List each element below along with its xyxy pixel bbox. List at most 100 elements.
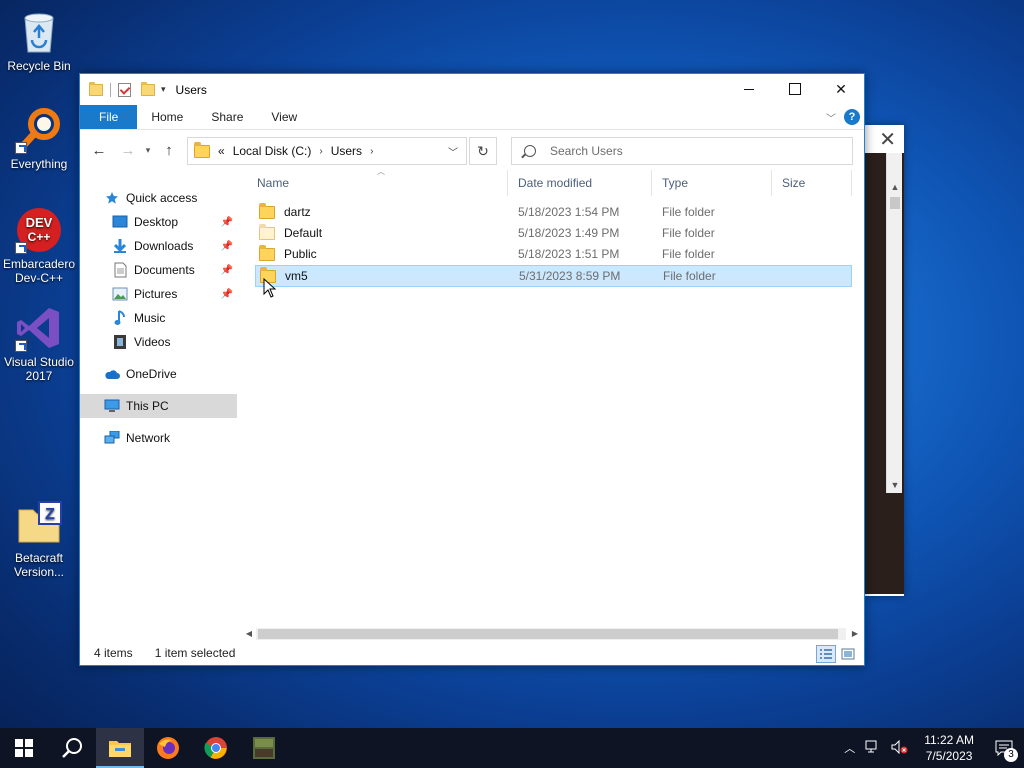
back-button[interactable]: ← [87, 138, 111, 162]
clock-date: 7/5/2023 [925, 749, 973, 763]
details-view-button[interactable] [816, 645, 836, 663]
network-status-icon[interactable] [860, 740, 886, 757]
title-bar[interactable]: ▾ Users ✕ [80, 74, 864, 105]
desktop-icon-visual-studio[interactable]: Visual Studio 2017 [0, 304, 78, 383]
videos-icon [112, 334, 128, 350]
help-icon[interactable]: ? [844, 109, 860, 125]
search-input[interactable] [550, 144, 830, 158]
shortcut-arrow-icon [15, 142, 27, 154]
breadcrumb-separator-icon[interactable]: › [370, 146, 373, 157]
desktop-icon-label: Everything [10, 157, 68, 171]
devcpp-icon: DEV C++ [15, 206, 63, 254]
svg-text:C++: C++ [28, 230, 51, 244]
clock[interactable]: 11:22 AM 7/5/2023 [914, 732, 984, 764]
scroll-down-icon[interactable]: ▼ [887, 477, 903, 493]
recent-locations-chevron-icon[interactable]: ▾ [141, 138, 155, 162]
sidebar-item-quick-access[interactable]: Quick access [80, 186, 237, 210]
tab-share[interactable]: Share [197, 105, 257, 129]
address-dropdown-chevron-icon[interactable]: ﹀ [448, 144, 458, 159]
desktop-icon-recycle-bin[interactable]: Recycle Bin [0, 8, 78, 73]
sidebar-item-documents[interactable]: Documents 📌 [80, 258, 237, 282]
new-folder-icon[interactable] [141, 81, 155, 96]
music-icon [112, 310, 128, 326]
close-icon[interactable]: ✕ [879, 127, 896, 152]
column-header-type[interactable]: Type [652, 170, 772, 196]
sidebar-item-network[interactable]: Network [80, 426, 237, 450]
file-name: dartz [284, 205, 311, 219]
file-name: vm5 [285, 269, 308, 283]
desktop-icon-label: Embarcadero Dev-C++ [2, 257, 76, 285]
desktop-icon-devcpp[interactable]: DEV C++ Embarcadero Dev-C++ [0, 206, 78, 285]
file-row[interactable]: Public 5/18/2023 1:51 PM File folder [255, 244, 852, 264]
search-box[interactable] [511, 137, 853, 165]
file-name: Default [284, 226, 323, 240]
forward-button[interactable]: → [116, 138, 140, 162]
chrome-icon [204, 737, 227, 759]
shortcut-arrow-icon [15, 340, 27, 352]
address-bar[interactable]: « Local Disk (C:) › Users › ﹀ [187, 137, 467, 165]
firefox-icon [157, 737, 179, 759]
volume-muted-icon[interactable] [886, 739, 914, 757]
taskbar-search-button[interactable] [48, 728, 96, 768]
sidebar-item-desktop[interactable]: Desktop 📌 [80, 210, 237, 234]
close-button[interactable]: ✕ [818, 74, 864, 104]
desktop-icon-label: Recycle Bin [7, 59, 71, 73]
sidebar-item-this-pc[interactable]: This PC [80, 394, 237, 418]
file-date: 5/18/2023 1:54 PM [518, 205, 620, 219]
horizontal-scrollbar[interactable]: ◀ ▶ [240, 627, 862, 641]
sidebar-item-onedrive[interactable]: OneDrive [80, 362, 237, 386]
breadcrumb-separator-icon[interactable]: › [319, 146, 322, 157]
sidebar-item-music[interactable]: Music [80, 306, 237, 330]
tab-home[interactable]: Home [137, 105, 197, 129]
scrollbar-thumb[interactable] [890, 197, 900, 209]
taskbar-file-explorer[interactable] [96, 728, 144, 768]
file-list: ︿ Name Date modified Type Size dartz 5/1… [247, 167, 864, 640]
column-header-name[interactable]: Name [247, 170, 508, 196]
ribbon-tabs: File Home Share View ﹀ ? [80, 105, 864, 130]
properties-icon[interactable] [118, 82, 131, 97]
sidebar-item-label: Music [134, 311, 166, 325]
up-button[interactable]: ↑ [157, 138, 181, 162]
customize-toolbar-chevron-icon[interactable]: ▾ [161, 84, 166, 95]
scrollbar-thumb[interactable] [258, 629, 838, 639]
column-header-date-modified[interactable]: Date modified [508, 170, 652, 196]
minimize-button[interactable] [726, 74, 772, 104]
action-center-button[interactable]: 3 [984, 728, 1024, 768]
desktop-icon-everything[interactable]: Everything [0, 106, 78, 171]
background-window[interactable]: ✕ ▲ ▼ [864, 125, 904, 596]
show-hidden-icons-chevron-icon[interactable]: ︿ [839, 740, 860, 756]
visual-studio-icon [15, 304, 63, 352]
taskbar: ︿ 11:22 AM 7/5/2023 3 [0, 728, 1024, 768]
refresh-button[interactable]: ↻ [469, 137, 497, 165]
taskbar-firefox[interactable] [144, 728, 192, 768]
everything-search-icon [15, 106, 63, 154]
file-row-selected[interactable]: vm5 5/31/2023 8:59 PM File folder [255, 265, 852, 287]
sidebar-item-pictures[interactable]: Pictures 📌 [80, 282, 237, 306]
tab-file[interactable]: File [80, 105, 138, 129]
breadcrumb-users[interactable]: Users [331, 144, 362, 158]
expand-ribbon-chevron-icon[interactable]: ﹀ [826, 110, 836, 125]
desktop-icon-betacraft[interactable]: Z Betacraft Version... [0, 500, 78, 579]
taskbar-chrome[interactable] [192, 728, 240, 768]
file-row[interactable]: dartz 5/18/2023 1:54 PM File folder [255, 202, 852, 222]
scroll-left-icon[interactable]: ◀ [242, 627, 256, 641]
start-button[interactable] [0, 728, 48, 768]
scroll-right-icon[interactable]: ▶ [848, 627, 862, 641]
pin-icon: 📌 [220, 240, 233, 252]
selection-count: 1 item selected [154, 646, 236, 660]
sidebar-item-label: Network [126, 431, 171, 445]
large-icons-view-button[interactable] [838, 645, 858, 663]
file-date: 5/31/2023 8:59 PM [519, 269, 621, 283]
system-tray: ︿ 11:22 AM 7/5/2023 3 [839, 728, 1024, 768]
tab-view[interactable]: View [257, 105, 311, 129]
maximize-button[interactable] [772, 74, 818, 104]
file-row[interactable]: Default 5/18/2023 1:49 PM File folder [255, 223, 852, 243]
address-overflow-chevron[interactable]: « [218, 144, 225, 158]
sidebar-item-videos[interactable]: Videos [80, 330, 237, 354]
vertical-scrollbar[interactable]: ▲ ▼ [886, 153, 902, 493]
breadcrumb-local-disk[interactable]: Local Disk (C:) [233, 144, 312, 158]
scroll-up-icon[interactable]: ▲ [887, 179, 903, 195]
taskbar-minecraft[interactable] [240, 728, 288, 768]
sidebar-item-downloads[interactable]: Downloads 📌 [80, 234, 237, 258]
column-header-size[interactable]: Size [772, 170, 852, 196]
